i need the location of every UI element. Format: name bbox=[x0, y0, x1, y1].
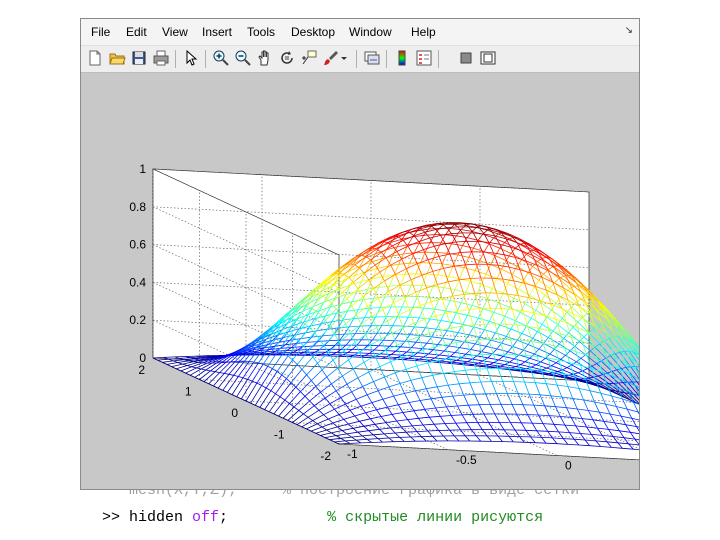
mesh-line bbox=[374, 349, 385, 351]
mesh-line bbox=[530, 436, 542, 438]
mesh-line bbox=[601, 357, 607, 362]
mesh-line bbox=[541, 437, 553, 439]
link-plot-icon[interactable] bbox=[363, 49, 381, 67]
menu-tools[interactable]: Tools bbox=[247, 25, 275, 39]
mesh-line bbox=[474, 393, 486, 395]
mesh-line bbox=[588, 376, 594, 379]
mesh-plot[interactable]: 00.20.40.60.81-1-0.500.51-2-1012 bbox=[81, 73, 720, 489]
z-tick-label: 0.2 bbox=[129, 313, 146, 327]
mesh-line bbox=[638, 353, 650, 371]
x-tick-label: -1 bbox=[347, 447, 358, 461]
mesh-line bbox=[527, 414, 539, 416]
console-padding bbox=[228, 509, 327, 526]
mesh-line bbox=[427, 430, 439, 432]
brush-dropdown-icon[interactable] bbox=[339, 49, 349, 67]
z-tick-label: 1 bbox=[139, 162, 146, 176]
rotate-3d-icon[interactable] bbox=[278, 49, 296, 67]
plot-area[interactable]: 00.20.40.60.81-1-0.500.51-2-1012 bbox=[81, 73, 720, 489]
x-tick-label: -0.5 bbox=[456, 453, 477, 467]
z-tick-label: 0.6 bbox=[129, 238, 146, 252]
z-tick-label: 0.4 bbox=[129, 275, 146, 289]
toolbar-separator bbox=[205, 50, 206, 68]
mesh-line bbox=[532, 422, 544, 424]
mesh-line bbox=[470, 277, 482, 279]
console-prompt: >> bbox=[102, 509, 130, 526]
y-tick-label: -2 bbox=[320, 449, 331, 463]
mesh-line bbox=[535, 442, 547, 444]
y-tick-label: -1 bbox=[274, 428, 285, 442]
mesh-line bbox=[574, 285, 580, 287]
mesh-line bbox=[349, 442, 361, 444]
mesh-line bbox=[546, 442, 558, 445]
mesh-line bbox=[594, 343, 600, 348]
mesh-line bbox=[474, 292, 486, 294]
toolbar-separator bbox=[386, 50, 387, 68]
dock-arrow-icon[interactable]: ↘ bbox=[625, 25, 633, 36]
axes-box bbox=[152, 168, 720, 465]
console-comment: % скрытые линии рисуются bbox=[327, 509, 544, 526]
mesh-line bbox=[597, 374, 603, 377]
hide-plot-tools-icon[interactable] bbox=[457, 49, 475, 67]
mesh-line bbox=[615, 351, 620, 355]
menu-edit[interactable]: Edit bbox=[126, 25, 147, 39]
console-command: hidden bbox=[129, 509, 193, 526]
zoom-out-icon[interactable] bbox=[234, 49, 252, 67]
mesh-line bbox=[468, 404, 480, 406]
mesh-line bbox=[621, 367, 627, 369]
toolbar-separator bbox=[438, 50, 439, 68]
zoom-in-icon[interactable] bbox=[212, 49, 230, 67]
legend-icon[interactable] bbox=[415, 49, 433, 67]
toolbar-separator bbox=[175, 50, 176, 68]
x-tick-label: 0 bbox=[565, 459, 572, 473]
console-line-current: >> hidden off; % скрытые линии рисуются bbox=[102, 509, 543, 526]
mesh-line bbox=[536, 430, 548, 432]
select-arrow-icon[interactable] bbox=[182, 49, 200, 67]
console-semicolon: ; bbox=[219, 509, 229, 526]
menu-bar: File Edit View Insert Tools Desktop Wind… bbox=[81, 19, 639, 46]
print-icon[interactable] bbox=[152, 49, 170, 67]
menu-window[interactable]: Window bbox=[349, 25, 392, 39]
open-file-icon[interactable] bbox=[108, 49, 126, 67]
menu-desktop[interactable]: Desktop bbox=[291, 25, 335, 39]
menu-file[interactable]: File bbox=[91, 25, 110, 39]
mesh-line bbox=[611, 369, 617, 372]
mesh-line bbox=[591, 363, 597, 367]
mesh-line bbox=[588, 328, 594, 333]
brush-icon[interactable] bbox=[322, 49, 340, 67]
menu-help[interactable]: Help bbox=[411, 25, 436, 39]
toolbar-separator bbox=[356, 50, 357, 68]
mesh-line bbox=[613, 336, 619, 338]
console-line-previous: mesh(X,Y,Z); % построение графика в виде… bbox=[102, 490, 580, 499]
figure-window: File Edit View Insert Tools Desktop Wind… bbox=[80, 18, 720, 490]
z-tick-label: 0.8 bbox=[129, 200, 146, 214]
console-keyword: off bbox=[192, 509, 220, 526]
y-tick-label: 1 bbox=[185, 385, 192, 399]
menu-insert[interactable]: Insert bbox=[202, 25, 232, 39]
mesh-line bbox=[625, 366, 631, 368]
pan-hand-icon[interactable] bbox=[256, 49, 274, 67]
colorbar-icon[interactable] bbox=[393, 49, 411, 67]
command-window: mesh(X,Y,Z); % построение графика в виде… bbox=[80, 490, 640, 540]
data-cursor-icon[interactable] bbox=[300, 49, 318, 67]
mesh-line bbox=[591, 368, 603, 373]
mesh-line bbox=[444, 422, 456, 424]
menu-view[interactable]: View bbox=[162, 25, 188, 39]
mesh-line bbox=[525, 429, 537, 432]
mesh-line bbox=[349, 356, 361, 358]
mesh-line bbox=[591, 368, 597, 382]
save-icon[interactable] bbox=[130, 49, 148, 67]
figure-toolbar bbox=[81, 46, 639, 73]
mesh-line bbox=[482, 353, 494, 356]
mesh-line bbox=[163, 356, 175, 358]
new-figure-icon[interactable] bbox=[86, 49, 104, 67]
y-tick-label: 0 bbox=[231, 406, 238, 420]
show-plot-tools-icon[interactable] bbox=[479, 49, 497, 67]
y-tick-label: 2 bbox=[138, 363, 145, 377]
